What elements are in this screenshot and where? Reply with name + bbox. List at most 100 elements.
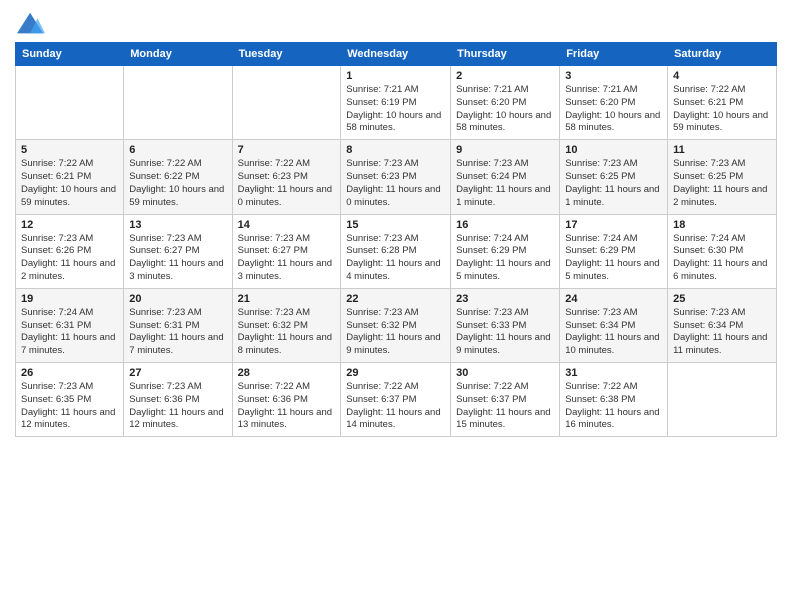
day-number: 1 <box>346 70 445 82</box>
calendar-cell: 27 Sunrise: 7:23 AMSunset: 6:36 PMDayligh… <box>124 363 232 437</box>
day-number: 9 <box>456 144 554 156</box>
calendar-cell: 18 Sunrise: 7:24 AMSunset: 6:30 PMDayligh… <box>668 214 777 288</box>
day-number: 7 <box>238 144 336 156</box>
col-thursday: Thursday <box>451 43 560 66</box>
day-info: Sunrise: 7:23 AMSunset: 6:23 PMDaylight:… <box>346 158 445 209</box>
day-info: Sunrise: 7:23 AMSunset: 6:28 PMDaylight:… <box>346 233 445 284</box>
day-info: Sunrise: 7:24 AMSunset: 6:31 PMDaylight:… <box>21 307 118 358</box>
day-info: Sunrise: 7:23 AMSunset: 6:34 PMDaylight:… <box>673 307 771 358</box>
calendar-cell: 26 Sunrise: 7:23 AMSunset: 6:35 PMDayligh… <box>16 363 124 437</box>
calendar-cell: 21Sunrise: 7:23 AMSunset: 6:32 PMDayligh… <box>232 288 341 362</box>
day-info: Sunrise: 7:22 AMSunset: 6:37 PMDaylight:… <box>346 381 445 432</box>
calendar-cell: 30Sunrise: 7:22 AMSunset: 6:37 PMDayligh… <box>451 363 560 437</box>
day-number: 20 <box>129 293 226 305</box>
calendar-cell: 6 Sunrise: 7:22 AMSunset: 6:22 PMDaylight… <box>124 140 232 214</box>
col-saturday: Saturday <box>668 43 777 66</box>
day-info: Sunrise: 7:22 AMSunset: 6:21 PMDaylight:… <box>673 84 771 135</box>
calendar-cell: 25 Sunrise: 7:23 AMSunset: 6:34 PMDayligh… <box>668 288 777 362</box>
day-number: 16 <box>456 219 554 231</box>
day-info: Sunrise: 7:21 AMSunset: 6:20 PMDaylight:… <box>456 84 554 135</box>
day-info: Sunrise: 7:23 AMSunset: 6:31 PMDaylight:… <box>129 307 226 358</box>
calendar-cell: 3 Sunrise: 7:21 AMSunset: 6:20 PMDaylight… <box>560 66 668 140</box>
day-number: 31 <box>565 367 662 379</box>
day-info: Sunrise: 7:23 AMSunset: 6:25 PMDaylight:… <box>673 158 771 209</box>
day-info: Sunrise: 7:23 AMSunset: 6:32 PMDaylight:… <box>238 307 336 358</box>
calendar-cell: 19 Sunrise: 7:24 AMSunset: 6:31 PMDayligh… <box>16 288 124 362</box>
day-info: Sunrise: 7:23 AMSunset: 6:33 PMDaylight:… <box>456 307 554 358</box>
day-number: 12 <box>21 219 118 231</box>
calendar-cell: 9 Sunrise: 7:23 AMSunset: 6:24 PMDaylight… <box>451 140 560 214</box>
calendar-cell: 29 Sunrise: 7:22 AMSunset: 6:37 PMDayligh… <box>341 363 451 437</box>
day-number: 3 <box>565 70 662 82</box>
day-number: 26 <box>21 367 118 379</box>
day-number: 15 <box>346 219 445 231</box>
calendar-cell: 22Sunrise: 7:23 AMSunset: 6:32 PMDayligh… <box>341 288 451 362</box>
calendar-cell: 23 Sunrise: 7:23 AMSunset: 6:33 PMDayligh… <box>451 288 560 362</box>
day-number: 13 <box>129 219 226 231</box>
day-number: 28 <box>238 367 336 379</box>
calendar-cell: 1Sunrise: 7:21 AMSunset: 6:19 PMDaylight… <box>341 66 451 140</box>
calendar-cell: 2Sunrise: 7:21 AMSunset: 6:20 PMDaylight… <box>451 66 560 140</box>
day-info: Sunrise: 7:24 AMSunset: 6:29 PMDaylight:… <box>565 233 662 284</box>
calendar-week-row: 19 Sunrise: 7:24 AMSunset: 6:31 PMDayligh… <box>16 288 777 362</box>
day-number: 4 <box>673 70 771 82</box>
day-info: Sunrise: 7:24 AMSunset: 6:29 PMDaylight:… <box>456 233 554 284</box>
day-info: Sunrise: 7:22 AMSunset: 6:38 PMDaylight:… <box>565 381 662 432</box>
calendar-cell: 20 Sunrise: 7:23 AMSunset: 6:31 PMDayligh… <box>124 288 232 362</box>
calendar-cell <box>16 66 124 140</box>
calendar-header-row: Sunday Monday Tuesday Wednesday Thursday… <box>16 43 777 66</box>
day-info: Sunrise: 7:22 AMSunset: 6:23 PMDaylight:… <box>238 158 336 209</box>
day-info: Sunrise: 7:23 AMSunset: 6:27 PMDaylight:… <box>129 233 226 284</box>
calendar-cell: 7 Sunrise: 7:22 AMSunset: 6:23 PMDaylight… <box>232 140 341 214</box>
col-tuesday: Tuesday <box>232 43 341 66</box>
header <box>15 10 777 34</box>
calendar-cell: 14 Sunrise: 7:23 AMSunset: 6:27 PMDayligh… <box>232 214 341 288</box>
day-number: 14 <box>238 219 336 231</box>
calendar-week-row: 1Sunrise: 7:21 AMSunset: 6:19 PMDaylight… <box>16 66 777 140</box>
calendar-cell: 15 Sunrise: 7:23 AMSunset: 6:28 PMDayligh… <box>341 214 451 288</box>
day-number: 23 <box>456 293 554 305</box>
day-number: 5 <box>21 144 118 156</box>
day-number: 18 <box>673 219 771 231</box>
col-sunday: Sunday <box>16 43 124 66</box>
col-monday: Monday <box>124 43 232 66</box>
day-info: Sunrise: 7:23 AMSunset: 6:26 PMDaylight:… <box>21 233 118 284</box>
day-number: 24 <box>565 293 662 305</box>
calendar-cell: 12 Sunrise: 7:23 AMSunset: 6:26 PMDayligh… <box>16 214 124 288</box>
day-info: Sunrise: 7:22 AMSunset: 6:37 PMDaylight:… <box>456 381 554 432</box>
day-info: Sunrise: 7:24 AMSunset: 6:30 PMDaylight:… <box>673 233 771 284</box>
day-number: 25 <box>673 293 771 305</box>
day-number: 11 <box>673 144 771 156</box>
calendar-cell: 16 Sunrise: 7:24 AMSunset: 6:29 PMDayligh… <box>451 214 560 288</box>
day-info: Sunrise: 7:23 AMSunset: 6:36 PMDaylight:… <box>129 381 226 432</box>
day-number: 27 <box>129 367 226 379</box>
calendar-cell: 5Sunrise: 7:22 AMSunset: 6:21 PMDaylight… <box>16 140 124 214</box>
calendar-cell: 10Sunrise: 7:23 AMSunset: 6:25 PMDayligh… <box>560 140 668 214</box>
day-info: Sunrise: 7:23 AMSunset: 6:32 PMDaylight:… <box>346 307 445 358</box>
col-friday: Friday <box>560 43 668 66</box>
calendar-table: Sunday Monday Tuesday Wednesday Thursday… <box>15 42 777 437</box>
calendar-body: 1Sunrise: 7:21 AMSunset: 6:19 PMDaylight… <box>16 66 777 437</box>
day-number: 29 <box>346 367 445 379</box>
day-number: 6 <box>129 144 226 156</box>
calendar-cell: 17 Sunrise: 7:24 AMSunset: 6:29 PMDayligh… <box>560 214 668 288</box>
day-info: Sunrise: 7:23 AMSunset: 6:24 PMDaylight:… <box>456 158 554 209</box>
day-info: Sunrise: 7:21 AMSunset: 6:20 PMDaylight:… <box>565 84 662 135</box>
calendar-cell: 13 Sunrise: 7:23 AMSunset: 6:27 PMDayligh… <box>124 214 232 288</box>
day-number: 17 <box>565 219 662 231</box>
calendar-cell: 28Sunrise: 7:22 AMSunset: 6:36 PMDayligh… <box>232 363 341 437</box>
day-info: Sunrise: 7:23 AMSunset: 6:25 PMDaylight:… <box>565 158 662 209</box>
day-info: Sunrise: 7:23 AMSunset: 6:27 PMDaylight:… <box>238 233 336 284</box>
calendar-week-row: 26 Sunrise: 7:23 AMSunset: 6:35 PMDayligh… <box>16 363 777 437</box>
col-wednesday: Wednesday <box>341 43 451 66</box>
calendar-week-row: 5Sunrise: 7:22 AMSunset: 6:21 PMDaylight… <box>16 140 777 214</box>
calendar-cell <box>232 66 341 140</box>
day-number: 19 <box>21 293 118 305</box>
day-info: Sunrise: 7:22 AMSunset: 6:22 PMDaylight:… <box>129 158 226 209</box>
calendar-cell: 11 Sunrise: 7:23 AMSunset: 6:25 PMDayligh… <box>668 140 777 214</box>
calendar-cell: 24Sunrise: 7:23 AMSunset: 6:34 PMDayligh… <box>560 288 668 362</box>
calendar-week-row: 12 Sunrise: 7:23 AMSunset: 6:26 PMDayligh… <box>16 214 777 288</box>
day-info: Sunrise: 7:23 AMSunset: 6:35 PMDaylight:… <box>21 381 118 432</box>
logo-icon <box>17 10 45 38</box>
day-number: 8 <box>346 144 445 156</box>
